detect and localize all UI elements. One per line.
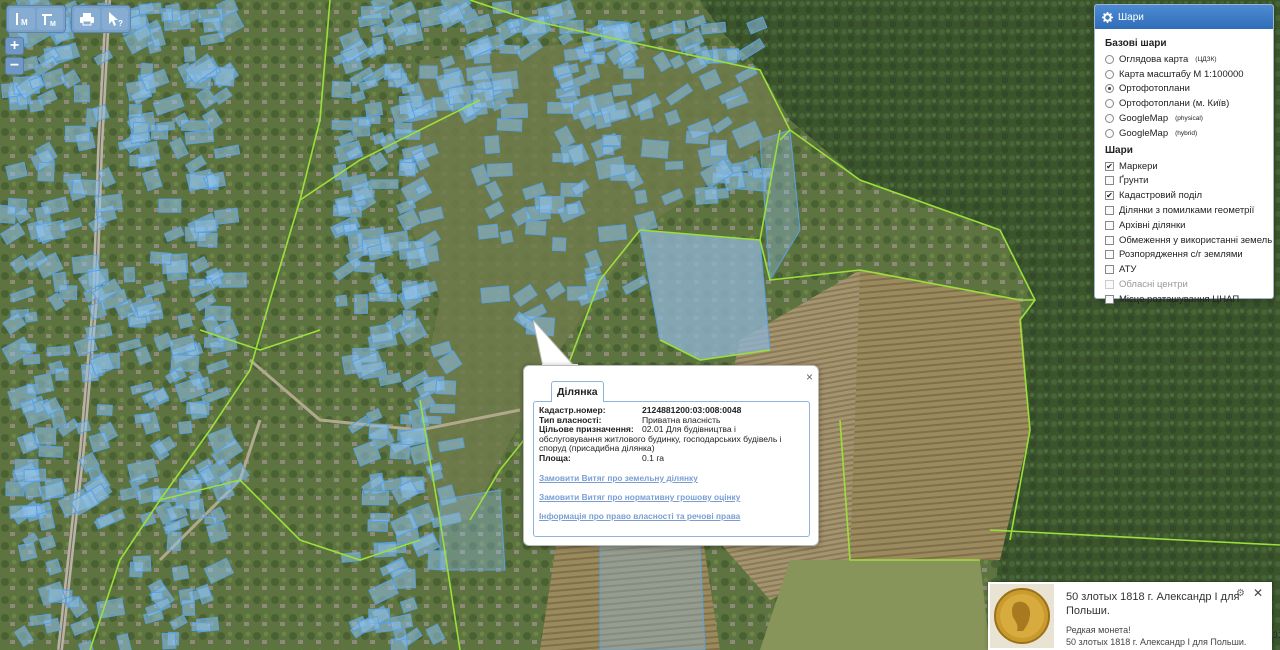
base-layer-label: GoogleMap [1119,127,1169,139]
overlay-layer-label: Архівні ділянки [1119,219,1186,231]
order-parcel-extract-link[interactable]: Замовити Витяг про земельну ділянку [539,473,804,483]
base-layer-option[interactable]: Карта масштабу М 1:100000 [1105,67,1267,82]
purpose-value-line3: споруд (присадибна ділянка) [539,443,655,453]
base-layer-suffix: (physical) [1175,115,1203,123]
edge-text: 31 [1273,630,1280,640]
base-layer-label: Оглядова карта [1119,53,1189,65]
overlay-layer-label: Маркери [1119,160,1158,172]
ad-description-line1: Редкая монета! [1066,625,1131,635]
popup-pointer [533,320,578,370]
overlay-layer-label: Кадастровий поділ [1119,190,1203,202]
radio-button[interactable] [1105,84,1114,94]
svg-text:M: M [50,21,56,27]
ad-title[interactable]: 50 злотых 1818 г. Александр I для Польши… [1066,590,1251,618]
orthophoto-layer [0,0,1280,650]
checkbox[interactable]: ✔ [1105,161,1114,171]
overlay-layer-option[interactable]: Ґрунти [1105,174,1267,189]
measure-length-button[interactable]: M [9,8,35,30]
base-layer-option[interactable]: Оглядова карта (ЦДЗК) [1105,52,1267,67]
overlay-layers-list: ✔ Маркери Ґрунти ✔ Кадастровий поділ Ділянки … [1105,159,1272,307]
base-layer-option[interactable]: Ортофотоплани [1105,82,1267,97]
overlay-layer-option[interactable]: Архівні ділянки [1105,218,1267,233]
ad-settings-icon[interactable]: ⚙ [1236,588,1245,599]
ad-description-line2: 50 злотых 1818 г. Александр I для Польши… [1066,637,1247,647]
misc-tools: ? [71,5,131,33]
checkbox [1105,280,1114,290]
checkbox[interactable]: ✔ [1105,191,1114,201]
zoom-control: + − [5,37,24,75]
overlay-layer-option[interactable]: Розпорядження с/г землями [1105,248,1267,263]
radio-button[interactable] [1105,128,1114,138]
popup-links: Замовити Витяг про земельну ділянку Замо… [539,473,804,521]
base-layer-label: GoogleMap [1119,113,1169,125]
checkbox[interactable] [1105,294,1114,304]
base-layers-title: Базові шари [1105,38,1167,49]
overlay-layer-option[interactable]: АТУ [1105,262,1267,277]
layers-panel-header[interactable]: Шари [1095,5,1273,29]
zoom-in-button[interactable]: + [5,37,24,55]
checkbox[interactable] [1105,206,1114,216]
overlay-layer-option[interactable]: Обмеження у використанні земель [1105,233,1272,248]
overlay-layer-label: Обмеження у використанні земель [1119,234,1273,246]
zoom-out-button[interactable]: − [5,57,24,75]
base-layer-option[interactable]: GoogleMap (physical) [1105,111,1267,126]
area-label: Площа: [539,452,571,463]
base-layer-label: Ортофотоплани [1119,83,1190,95]
overlay-layer-option[interactable]: ✔ Маркери [1105,159,1267,174]
measure-length-icon: M [16,13,28,27]
radio-button[interactable] [1105,69,1114,79]
base-layer-option[interactable]: GoogleMap (hybrid) [1105,126,1267,141]
checkbox[interactable] [1105,176,1114,186]
svg-text:?: ? [118,19,123,27]
coin-image[interactable] [990,584,1054,648]
printer-icon [80,13,94,26]
radio-button[interactable] [1105,114,1114,124]
overlay-layer-option[interactable]: Ділянки з помилками геометрії [1105,203,1267,218]
ownership-info-link[interactable]: Інформація про право власності та речові… [539,511,804,521]
svg-text:M: M [21,18,28,27]
overlay-layers-title: Шари [1105,144,1133,156]
overlay-layer-label: Обласні центри [1119,279,1188,291]
gear-icon [1102,11,1113,23]
overlay-layer-label: Розпорядження с/г землями [1119,249,1243,261]
overlay-layer-option[interactable]: Місце розташування ЦНАП [1105,292,1267,307]
parcel-popup: × Ділянка Кадастр.номер: 2124881200:03:0… [523,365,819,546]
overlay-layer-label: Ґрунти [1119,175,1149,187]
measure-tools: M M [6,5,66,33]
print-button[interactable] [74,8,100,30]
measure-area-button[interactable]: M [37,8,63,30]
checkbox[interactable] [1105,250,1114,260]
overlay-layer-label: Місце розташування ЦНАП [1119,293,1240,305]
parcel-info: Кадастр.номер: 2124881200:03:008:0048 Ти… [533,401,810,537]
overlay-layer-option: Обласні центри [1105,277,1267,292]
base-layer-suffix: (ЦДЗК) [1195,55,1217,63]
base-layer-option[interactable]: Ортофотоплани (м. Київ) [1105,96,1267,111]
checkbox[interactable] [1105,235,1114,245]
map-canvas[interactable] [0,0,1280,650]
identify-button[interactable]: ? [102,8,128,30]
tab-parcel[interactable]: Ділянка [551,381,604,402]
ad-widget[interactable]: 50 злотых 1818 г. Александр I для Польши… [988,582,1272,650]
base-layers-list: Оглядова карта (ЦДЗК) Карта масштабу М 1:1… [1105,52,1267,141]
radio-button[interactable] [1105,54,1114,64]
radio-button[interactable] [1105,99,1114,109]
base-layer-label: Ортофотоплани (м. Київ) [1119,98,1230,110]
area-value: 0.1 га [642,452,665,463]
base-layer-label: Карта масштабу М 1:100000 [1119,68,1244,80]
pointer-help-icon: ? [109,12,123,27]
checkbox[interactable] [1105,220,1114,230]
overlay-layer-label: Ділянки з помилками геометрії [1119,205,1255,217]
checkbox[interactable] [1105,265,1114,275]
layers-panel-title: Шари [1118,11,1144,23]
ad-close-button[interactable]: ✕ [1253,586,1263,600]
overlay-layer-label: АТУ [1119,264,1137,276]
popup-close-button[interactable]: × [806,370,813,384]
layers-panel: Шари Базові шари Оглядова карта (ЦДЗК) Кар… [1094,4,1274,305]
measure-area-icon: M [42,14,56,27]
map-toolbar: M M ? [6,5,131,33]
gold-coin-icon [994,588,1050,644]
base-layer-suffix: (hybrid) [1175,129,1198,137]
order-valuation-extract-link[interactable]: Замовити Витяг про нормативну грошову оц… [539,492,804,502]
overlay-layer-option[interactable]: ✔ Кадастровий поділ [1105,188,1267,203]
